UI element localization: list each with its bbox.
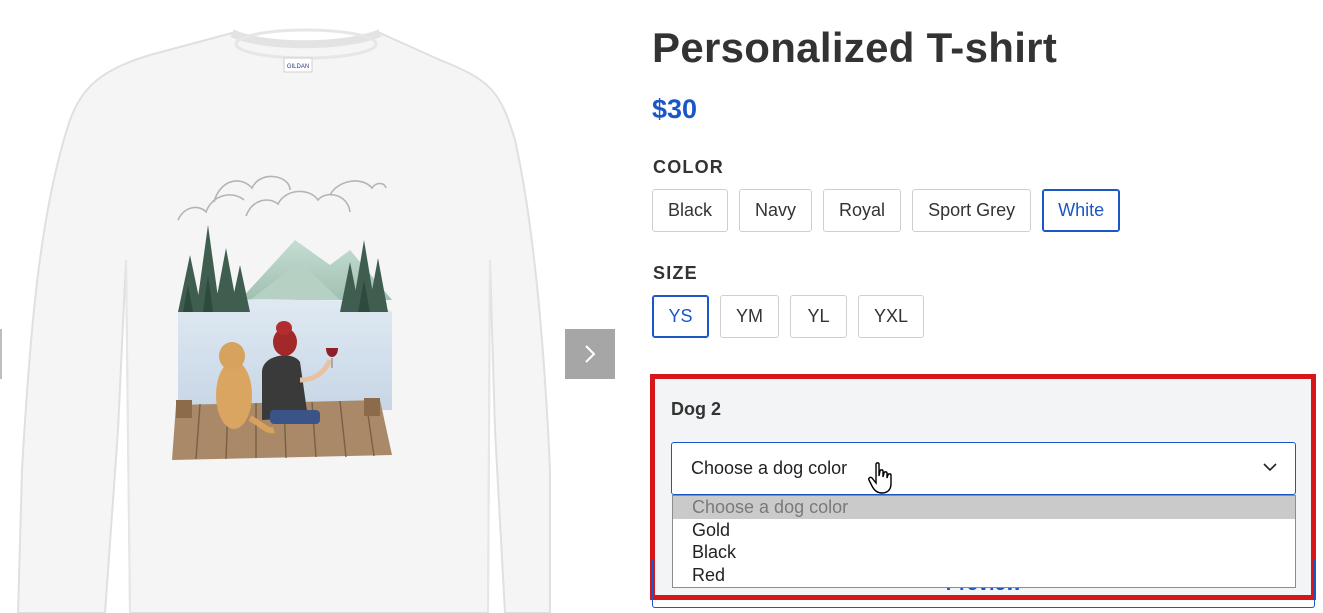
color-option-label: COLOR xyxy=(653,157,724,177)
size-option-yl[interactable]: YL xyxy=(790,295,847,338)
chevron-down-icon xyxy=(1263,463,1277,472)
size-option-yxl[interactable]: YXL xyxy=(858,295,925,338)
dropdown-option-black[interactable]: Black xyxy=(673,541,1295,564)
dropdown-option-gold[interactable]: Gold xyxy=(673,519,1295,542)
dog-color-dropdown-list: Choose a dog color Gold Black Red xyxy=(672,495,1296,588)
dog-color-select[interactable]: Choose a dog color xyxy=(671,442,1296,495)
dropdown-option-placeholder[interactable]: Choose a dog color xyxy=(673,496,1295,519)
dog-field-label: Dog 2 xyxy=(671,399,722,419)
product-title: Personalized T-shirt xyxy=(652,24,1058,71)
color-option-navy[interactable]: Navy xyxy=(739,189,813,232)
color-option-royal[interactable]: Royal xyxy=(823,189,902,232)
dropdown-option-red[interactable]: Red xyxy=(673,564,1295,587)
size-option-label: SIZE xyxy=(653,263,698,283)
brand-tag: GILDAN xyxy=(287,64,309,70)
product-image: GILDAN xyxy=(16,28,551,613)
chevron-right-icon xyxy=(585,345,596,363)
previous-image-edge[interactable] xyxy=(0,329,2,379)
color-option-black[interactable]: Black xyxy=(652,189,729,232)
product-price: $30 xyxy=(652,94,698,124)
size-option-ym[interactable]: YM xyxy=(720,295,779,338)
product-gallery: GILDAN xyxy=(0,0,640,613)
color-option-sport-grey[interactable]: Sport Grey xyxy=(912,189,1032,232)
hand-cursor-icon xyxy=(868,462,892,494)
size-options: YS YM YL YXL xyxy=(652,295,925,338)
color-options: Black Navy Royal Sport Grey White xyxy=(652,189,1121,232)
next-image-button[interactable] xyxy=(565,329,615,379)
size-option-ys[interactable]: YS xyxy=(652,295,709,338)
dog-color-select-value: Choose a dog color xyxy=(691,458,848,478)
color-option-white[interactable]: White xyxy=(1042,189,1121,232)
